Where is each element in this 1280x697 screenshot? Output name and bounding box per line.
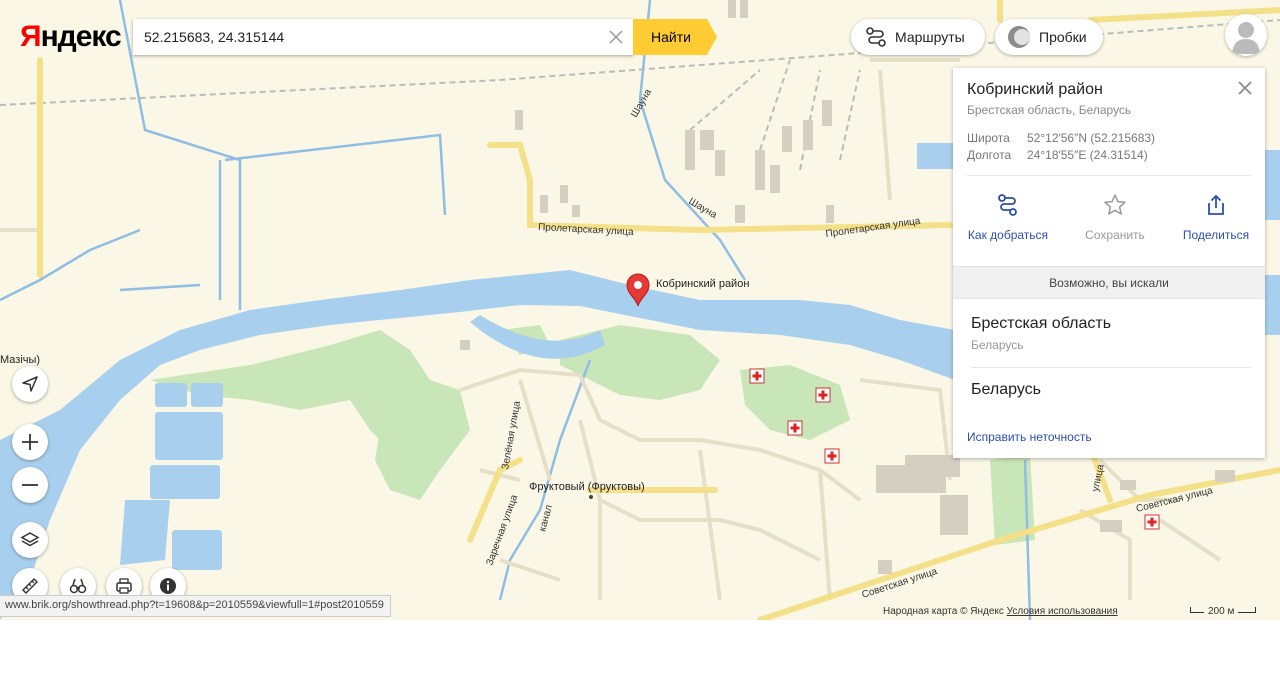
plus-icon — [22, 434, 38, 450]
yandex-logo[interactable]: Яндекс — [20, 20, 122, 54]
label-proletarskaya-2: Пролетарская улица — [825, 216, 922, 240]
close-icon[interactable] — [1237, 80, 1253, 96]
label-proletarskaya-1: Пролетарская улица — [538, 222, 634, 238]
search-input[interactable] — [133, 29, 593, 45]
longitude-label: Долгота — [967, 148, 1012, 162]
zoom-in-button[interactable] — [12, 424, 48, 460]
terms-link[interactable]: Условия использования — [1007, 606, 1118, 617]
directions-label: Как добраться — [967, 228, 1049, 242]
label-zarechnaya: Заречная улица — [484, 493, 520, 567]
status-url: www.brik.org/showthread.php?t=19608&p=20… — [0, 595, 391, 617]
search-box — [133, 19, 633, 55]
divider — [967, 175, 1251, 176]
coordinates-block: Широта 52°12′56″N (52.215683) Долгота 24°1… — [967, 130, 1155, 164]
user-avatar[interactable] — [1225, 14, 1267, 56]
suggestion-subtitle: Беларусь — [971, 338, 1024, 352]
divider — [971, 367, 1251, 368]
place-title: Кобринский район — [967, 81, 1103, 98]
save-button[interactable]: Сохранить — [1065, 193, 1165, 242]
traffic-label: Пробки — [1039, 29, 1087, 45]
share-label: Поделиться — [1182, 228, 1250, 242]
place-marker-label: Кобринский район — [656, 278, 749, 290]
traffic-button[interactable]: Пробки — [995, 19, 1103, 55]
scale-bar: 200 м — [1190, 606, 1257, 617]
routes-label: Маршруты — [895, 29, 965, 45]
copyright-text: Народная карта © Яндекс — [883, 606, 1004, 617]
navigation-arrow-icon — [22, 376, 38, 392]
maybe-searched-header: Возможно, вы искали — [953, 266, 1265, 299]
place-card: Кобринский район Брестская область, Бела… — [953, 68, 1265, 458]
report-error-link[interactable]: Исправить неточность — [967, 430, 1092, 444]
share-button[interactable]: Поделиться — [1166, 193, 1266, 242]
minus-icon — [22, 484, 38, 486]
printer-icon — [116, 578, 132, 594]
share-icon — [1208, 194, 1224, 215]
info-icon — [160, 578, 176, 594]
traffic-icon — [1008, 26, 1030, 48]
route-icon — [998, 194, 1017, 216]
layers-button[interactable] — [12, 522, 48, 558]
suggestion-item[interactable]: Брестская область Беларусь — [971, 315, 1111, 352]
star-icon — [1104, 194, 1126, 215]
directions-button[interactable]: Как добраться — [958, 193, 1058, 242]
layers-icon — [20, 532, 40, 547]
zoom-out-button[interactable] — [12, 467, 48, 503]
label-fruktovy: Фруктовый (Фруктовы) — [529, 481, 645, 493]
scale-label: 200 м — [1208, 606, 1235, 617]
binoculars-icon — [69, 578, 87, 594]
suggestion-item[interactable]: Беларусь — [971, 381, 1041, 399]
longitude-value: 24°18′55″E (24.31514) — [1027, 148, 1148, 162]
label-shuyna-1: Шауна — [629, 87, 654, 119]
map-canvas[interactable]: Пролетарская улица Пролетарская улица Ша… — [0, 0, 1280, 620]
latitude-value: 52°12′56″N (52.215683) — [1027, 131, 1156, 145]
place-subtitle: Брестская область, Беларусь — [967, 103, 1132, 117]
geolocation-button[interactable] — [12, 366, 48, 402]
ruler-icon — [22, 578, 38, 594]
search-button[interactable]: Найти — [633, 19, 717, 55]
save-label: Сохранить — [1085, 228, 1145, 242]
clear-icon[interactable] — [607, 28, 625, 46]
route-icon — [866, 27, 886, 47]
routes-button[interactable]: Маршруты — [851, 19, 985, 55]
label-mazichy: Мазічы) — [0, 354, 40, 366]
copyright: Народная карта © Яндекс Условия использо… — [883, 606, 1118, 617]
latitude-label: Широта — [967, 131, 1010, 145]
user-icon — [1232, 22, 1260, 54]
suggestion-name: Брестская область — [971, 315, 1112, 332]
